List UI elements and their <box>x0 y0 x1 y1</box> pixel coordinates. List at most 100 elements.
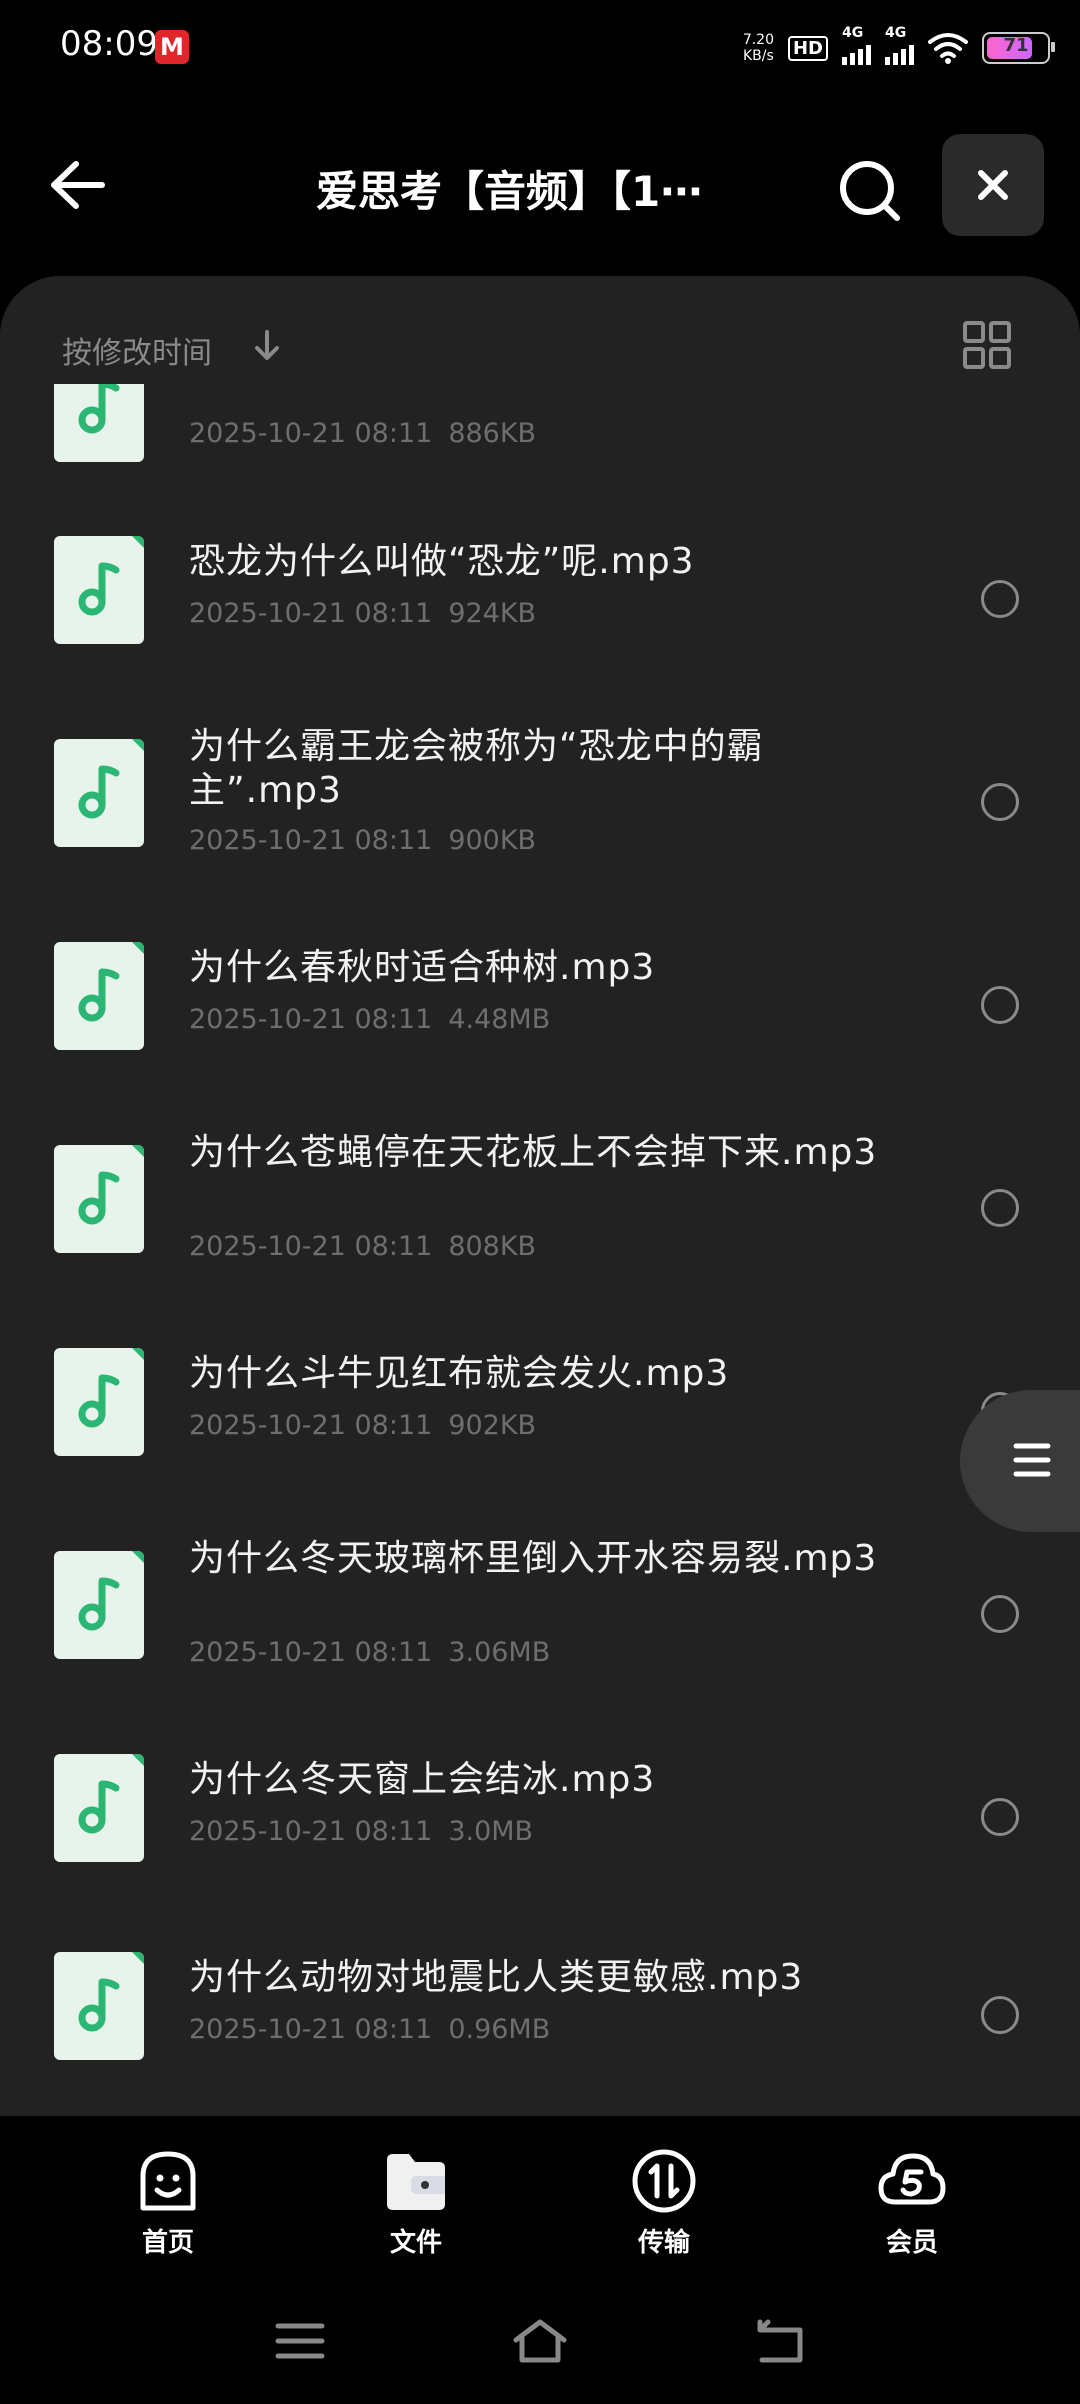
audio-file-icon <box>54 942 144 1050</box>
arrow-down-icon[interactable] <box>252 328 282 364</box>
file-date: 2025-10-21 08:11 <box>189 1637 433 1668</box>
select-checkbox[interactable] <box>981 1595 1019 1633</box>
file-name: 为什么冬天玻璃杯里倒入开水容易裂.mp3 <box>189 1538 878 1579</box>
file-item[interactable]: 为什么苍蝇停在天花板上不会掉下来.mp3 2025-10-21 08:11 808… <box>0 1115 1080 1315</box>
file-date: 2025-10-21 08:11 <box>189 1004 433 1035</box>
file-item[interactable]: 为什么冬天窗上会结冰.mp3 2025-10-21 08:11 3.0MB <box>0 1724 1080 1924</box>
close-icon <box>978 170 1008 200</box>
select-checkbox[interactable] <box>981 986 1019 1024</box>
home-icon[interactable] <box>510 2316 570 2366</box>
select-checkbox[interactable] <box>981 1798 1019 1836</box>
network-speed-unit: KB/s <box>743 48 774 64</box>
select-checkbox[interactable] <box>981 1189 1019 1227</box>
tab-member[interactable]: 会员 <box>832 2146 992 2259</box>
file-date: 2025-10-21 08:11 <box>189 2014 433 2045</box>
transfer-icon <box>632 2149 696 2213</box>
header: 爱思考【音频】【1⋯ <box>0 120 1080 250</box>
file-meta: 2025-10-21 08:11 4.48MB <box>189 1004 550 1035</box>
file-name: 为什么春秋时适合种树.mp3 <box>189 947 656 988</box>
file-meta: 2025-10-21 08:11 3.0MB <box>189 1816 533 1847</box>
file-size: 4.48MB <box>448 1004 551 1035</box>
tab-files[interactable]: 文件 <box>336 2146 496 2259</box>
bottom-tab-bar: 首页 文件 传输 会员 <box>0 2116 1080 2276</box>
file-meta: 2025-10-21 08:11 924KB <box>189 598 536 629</box>
file-item[interactable]: 为什么冬天玻璃杯里倒入开水容易裂.mp3 2025-10-21 08:11 3.0… <box>0 1521 1080 1721</box>
audio-file-icon <box>54 1145 144 1253</box>
file-date: 2025-10-21 08:11 <box>189 1816 433 1847</box>
folder-icon <box>387 2154 445 2210</box>
network-speed: 7.20 KB/s <box>743 32 774 64</box>
file-meta: 2025-10-21 08:11 808KB <box>189 1231 536 1262</box>
file-size: 3.0MB <box>448 1816 534 1847</box>
file-size: 924KB <box>448 598 537 629</box>
audio-file-icon <box>54 1551 144 1659</box>
file-name: 为什么霸王龙会被称为“恐龙中的霸主”.mp3 <box>189 726 764 811</box>
file-list-panel: 2025-10-21 08:11 886KB 恐龙为什么叫做“恐龙”呢.mp3 2… <box>0 276 1080 2116</box>
menu-icon <box>1013 1443 1051 1477</box>
select-checkbox[interactable] <box>981 580 1019 618</box>
tab-transfer-label: 传输 <box>637 2228 690 2258</box>
tab-files-label: 文件 <box>389 2228 442 2258</box>
select-checkbox[interactable] <box>981 1996 1019 2034</box>
file-date: 2025-10-21 08:11 <box>189 598 433 629</box>
audio-file-icon <box>54 739 144 847</box>
file-meta: 2025-10-21 08:11 900KB <box>189 825 536 856</box>
wifi-icon <box>928 33 968 64</box>
back-button[interactable] <box>42 150 122 220</box>
tab-transfer[interactable]: 传输 <box>584 2146 744 2259</box>
home-face-icon <box>140 2151 196 2211</box>
file-size: 886KB <box>448 418 537 449</box>
arrow-left-icon <box>51 161 105 209</box>
close-button[interactable] <box>942 134 1044 236</box>
search-button[interactable] <box>835 156 905 226</box>
audio-file-icon <box>54 1754 144 1862</box>
file-size: 900KB <box>448 825 537 856</box>
sort-by-modified-time[interactable]: 按修改时间 <box>62 328 212 372</box>
file-name: 为什么冬天窗上会结冰.mp3 <box>189 1759 656 1800</box>
audio-file-icon <box>54 1348 144 1456</box>
file-date: 2025-10-21 08:11 <box>189 1410 433 1441</box>
tab-member-label: 会员 <box>885 2228 938 2258</box>
file-item[interactable]: 为什么斗牛见红布就会发火.mp3 2025-10-21 08:11 902KB <box>0 1318 1080 1518</box>
notification-app-icon: M <box>155 30 189 64</box>
file-size: 0.96MB <box>448 2014 551 2045</box>
system-navigation-bar <box>0 2276 1080 2404</box>
file-meta: 2025-10-21 08:11 3.06MB <box>189 1637 550 1668</box>
sim1-network-label: 4G <box>842 25 864 41</box>
file-size: 3.06MB <box>448 1637 551 1668</box>
battery-icon: 71 <box>982 32 1055 64</box>
sort-bar: 按修改时间 <box>0 276 1080 384</box>
sim2-network-label: 4G <box>885 25 907 41</box>
file-date: 2025-10-21 08:11 <box>189 418 433 449</box>
grid-view-icon[interactable] <box>962 320 1012 370</box>
file-name: 为什么苍蝇停在天花板上不会掉下来.mp3 <box>189 1132 878 1173</box>
select-checkbox[interactable] <box>981 783 1019 821</box>
file-item[interactable]: 为什么霸王龙会被称为“恐龙中的霸主”.mp3 2025-10-21 08:11 9… <box>0 709 1080 909</box>
status-time: 08:09 <box>60 24 158 64</box>
file-meta: 2025-10-21 08:11 886KB <box>189 418 536 449</box>
file-name: 为什么动物对地震比人类更敏感.mp3 <box>189 1957 804 1998</box>
file-date: 2025-10-21 08:11 <box>189 1231 433 1262</box>
recent-apps-icon[interactable] <box>270 2316 330 2366</box>
file-size: 808KB <box>448 1231 537 1262</box>
file-item[interactable]: 为什么动物对地震比人类更敏感.mp3 2025-10-21 08:11 0.96M… <box>0 1922 1080 2116</box>
file-meta: 2025-10-21 08:11 0.96MB <box>189 2014 550 2045</box>
tab-home[interactable]: 首页 <box>88 2146 248 2259</box>
audio-file-icon <box>54 1952 144 2060</box>
cloud-member-icon <box>878 2153 946 2205</box>
back-nav-icon[interactable] <box>750 2316 810 2366</box>
battery-level: 71 <box>1003 35 1029 56</box>
file-date: 2025-10-21 08:11 <box>189 825 433 856</box>
tab-home-label: 首页 <box>141 2228 194 2258</box>
network-speed-value: 7.20 <box>742 32 774 48</box>
file-name: 恐龙为什么叫做“恐龙”呢.mp3 <box>189 541 695 582</box>
hd-voice-icon: HD <box>787 35 828 61</box>
signal-sim2-icon: 4G <box>885 25 914 65</box>
status-bar: 08:09 M 7.20 KB/s HD 4G 4G 71 <box>0 0 1080 96</box>
file-size: 902KB <box>448 1410 537 1441</box>
audio-file-icon <box>54 536 144 644</box>
file-meta: 2025-10-21 08:11 902KB <box>189 1410 536 1441</box>
status-indicators: 7.20 KB/s HD 4G 4G 71 <box>743 25 1055 68</box>
file-item[interactable]: 恐龙为什么叫做“恐龙”呢.mp3 2025-10-21 08:11 924KB <box>0 506 1080 706</box>
file-item[interactable]: 为什么春秋时适合种树.mp3 2025-10-21 08:11 4.48MB <box>0 912 1080 1112</box>
